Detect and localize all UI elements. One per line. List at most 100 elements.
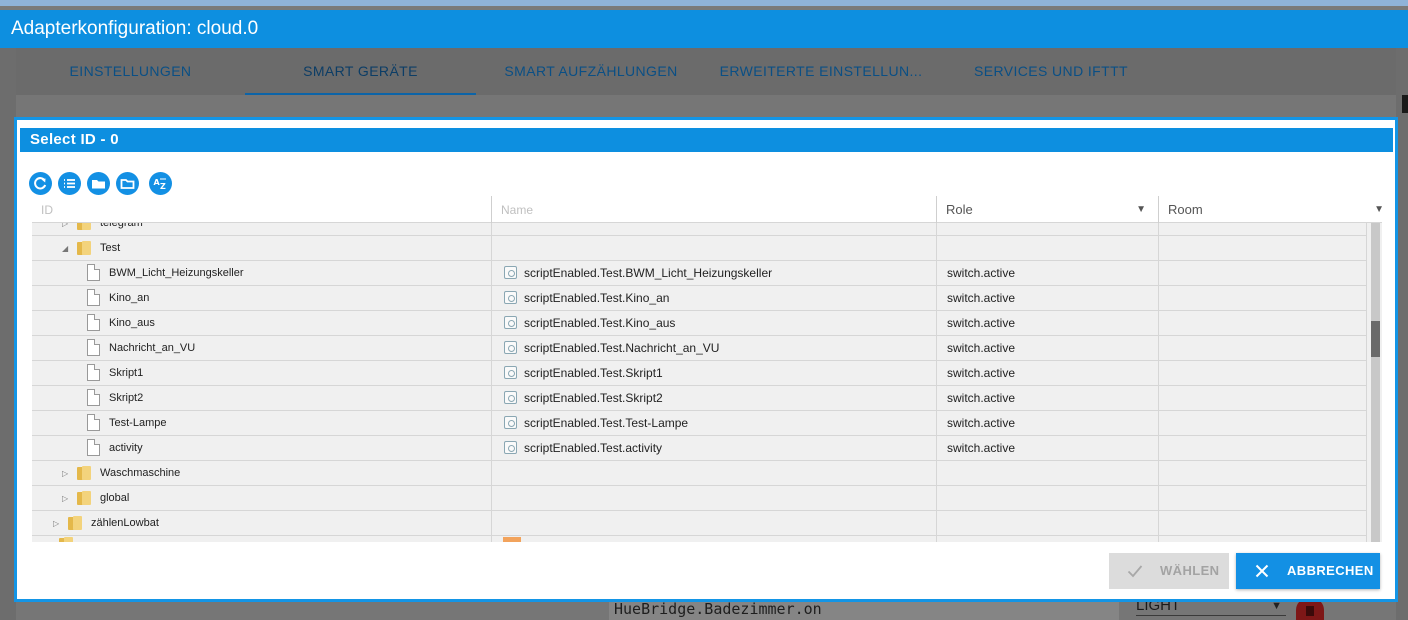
close-icon [1255, 564, 1269, 578]
row-room [1159, 411, 1367, 436]
tree-row-label: Test-Lampe [109, 417, 167, 429]
document-icon [87, 264, 100, 281]
folder-icon [59, 537, 73, 542]
row-role: switch.active [937, 411, 1159, 436]
tree-row-state[interactable]: Kino_aus scriptEnabled.Test.Kino_aus swi… [32, 311, 1367, 336]
background-scrollbar [1402, 95, 1408, 113]
tree-row-partial[interactable] [32, 536, 1367, 542]
top-accent-strip [0, 0, 1408, 6]
document-icon [87, 339, 100, 356]
script-icon [504, 341, 517, 355]
row-name: scriptEnabled.Test.Kino_an [524, 291, 670, 305]
tree-row-label: BWM_Licht_Heizungskeller [109, 267, 244, 279]
column-header-name[interactable]: Name [492, 196, 937, 223]
tree-row-state[interactable]: Kino_an scriptEnabled.Test.Kino_an switc… [32, 286, 1367, 311]
tab-smart-geraete[interactable]: SMART GERÄTE [245, 48, 476, 95]
script-icon [504, 316, 517, 330]
tree-row-state[interactable]: BWM_Licht_Heizungskeller scriptEnabled.T… [32, 261, 1367, 286]
tree-row-label: zählenLowbat [91, 517, 159, 529]
row-role: switch.active [937, 436, 1159, 461]
script-icon [504, 416, 517, 430]
column-header-room[interactable]: Room ▼ [1159, 196, 1382, 223]
tree-row-folder[interactable]: ▷ zählenLowbat [32, 511, 1367, 536]
svg-text:Z: Z [160, 182, 166, 191]
grid-scrollbar[interactable] [1371, 223, 1380, 542]
tab-einstellungen[interactable]: EINSTELLUNGEN [16, 48, 245, 95]
dialog-title: Select ID - 0 [20, 128, 1393, 152]
script-icon [504, 366, 517, 380]
device-icon [503, 537, 521, 542]
row-name: scriptEnabled.Test.activity [524, 441, 663, 455]
tree-row-state[interactable]: Nachricht_an_VU scriptEnabled.Test.Nachr… [32, 336, 1367, 361]
tree-row-folder[interactable]: ▷ telegram [32, 223, 1367, 236]
folder-icon [77, 466, 91, 480]
role-header-label: Role [946, 202, 973, 217]
script-icon [504, 291, 517, 305]
row-room [1159, 286, 1367, 311]
select-button-label: WÄHLEN [1160, 563, 1220, 578]
sort-az-icon[interactable]: AZ [149, 172, 172, 195]
tree-row-label: Kino_an [109, 292, 150, 304]
row-role: switch.active [937, 261, 1159, 286]
folder-icon [77, 223, 91, 230]
tree-row-folder[interactable]: ◢ Test [32, 236, 1367, 261]
tree-row-label: Kino_aus [109, 317, 155, 329]
tree-row-folder[interactable]: ▷ global [32, 486, 1367, 511]
document-icon [87, 439, 100, 456]
select-button[interactable]: WÄHLEN [1109, 553, 1229, 589]
expand-icon[interactable]: ▷ [62, 223, 72, 236]
expand-icon[interactable]: ▷ [62, 461, 72, 486]
row-name: scriptEnabled.Test.Skript2 [524, 391, 663, 405]
row-role: switch.active [937, 336, 1159, 361]
tree-row-label: Skript1 [109, 367, 144, 379]
tab-services-ifttt[interactable]: SERVICES UND IFTTT [936, 48, 1166, 95]
list-icon[interactable] [58, 172, 81, 195]
script-icon [504, 391, 517, 405]
filter-dropdown-icon[interactable]: ▼ [1136, 196, 1146, 224]
window-title: Adapterkonfiguration: cloud.0 [0, 10, 1408, 48]
row-name: scriptEnabled.Test.Test-Lampe [524, 416, 689, 430]
collapse-icon[interactable]: ◢ [62, 236, 72, 261]
folder-icon [68, 516, 82, 530]
tree-row-label: Waschmaschine [100, 467, 181, 479]
row-room [1159, 311, 1367, 336]
column-header-role[interactable]: Role ▼ [937, 196, 1159, 223]
row-role: switch.active [937, 286, 1159, 311]
document-icon [87, 364, 100, 381]
row-room [1159, 386, 1367, 411]
expand-icon[interactable]: ▷ [62, 486, 72, 511]
tree-row-label: telegram [100, 223, 143, 229]
cancel-button[interactable]: ABBRECHEN [1236, 553, 1380, 589]
row-room [1159, 361, 1367, 386]
folder-icon [77, 491, 91, 505]
tabs-bar: EINSTELLUNGEN SMART GERÄTE SMART AUFZÄHL… [16, 48, 1396, 95]
room-header-label: Room [1168, 202, 1203, 217]
refresh-icon[interactable] [29, 172, 52, 195]
tree-row-state[interactable]: Skript1 scriptEnabled.Test.Skript1 switc… [32, 361, 1367, 386]
row-role: switch.active [937, 386, 1159, 411]
filter-dropdown-icon[interactable]: ▼ [1374, 196, 1382, 224]
row-name: scriptEnabled.Test.Nachricht_an_VU [524, 341, 720, 355]
column-header-id[interactable]: ID [32, 196, 492, 223]
tab-smart-aufzaehlungen[interactable]: SMART AUFZÄHLUNGEN [476, 48, 706, 95]
document-icon [87, 314, 100, 331]
tree-row-folder[interactable]: ▷ Waschmaschine [32, 461, 1367, 486]
tree-row-state[interactable]: Test-Lampe scriptEnabled.Test.Test-Lampe… [32, 411, 1367, 436]
folder-filled-icon[interactable] [87, 172, 110, 195]
scrollbar-thumb[interactable] [1371, 321, 1380, 357]
tree-row-state[interactable]: activity scriptEnabled.Test.activity swi… [32, 436, 1367, 461]
row-room [1159, 261, 1367, 286]
document-icon [87, 289, 100, 306]
tab-erweiterte-einstellungen[interactable]: ERWEITERTE EINSTELLUN... [706, 48, 936, 95]
row-role: switch.active [937, 311, 1159, 336]
document-icon [87, 389, 100, 406]
tree-row-state[interactable]: Skript2 scriptEnabled.Test.Skript2 switc… [32, 386, 1367, 411]
row-name: scriptEnabled.Test.Skript1 [524, 366, 663, 380]
tree-row-label: Test [100, 242, 121, 254]
folder-outline-icon[interactable] [116, 172, 139, 195]
expand-icon[interactable]: ▷ [53, 511, 63, 536]
script-icon [504, 441, 517, 455]
tree-row-label: activity [109, 442, 143, 454]
tree-row-label: Skript2 [109, 392, 144, 404]
row-room [1159, 336, 1367, 361]
